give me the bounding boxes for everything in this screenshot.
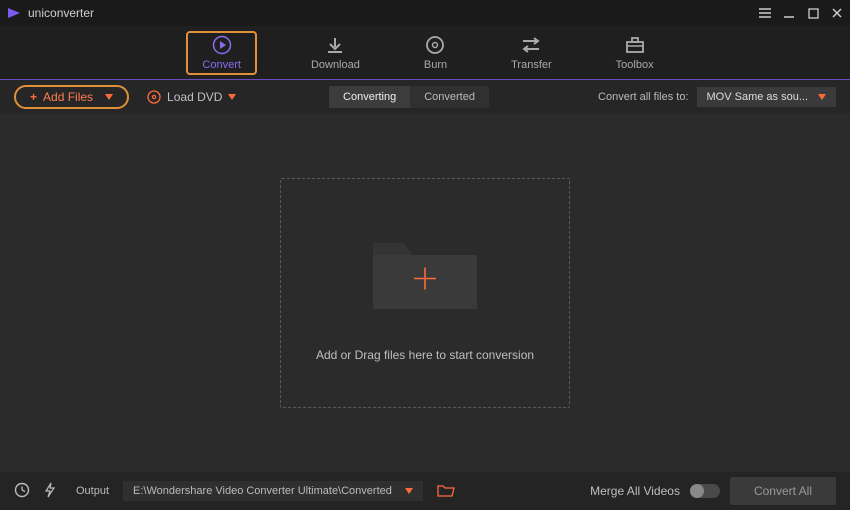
nav-label: Transfer [511,59,552,71]
convert-icon [211,35,233,55]
dropzone-hint: Add or Drag files here to start conversi… [316,348,534,362]
convert-all-label: Convert all files to: [598,91,688,103]
output-path-value: E:\Wondershare Video Converter Ultimate\… [133,485,392,497]
nav-download[interactable]: Download [301,31,370,75]
merge-label: Merge All Videos [590,484,680,498]
tab-converted[interactable]: Converted [410,86,489,108]
nav-label: Download [311,59,360,71]
nav-toolbox[interactable]: Toolbox [606,31,664,75]
disc-icon [147,90,161,104]
dropzone[interactable]: Add or Drag files here to start conversi… [280,178,570,408]
merge-videos-group: Merge All Videos Convert All [590,477,836,505]
main-nav: Convert Download Burn Transfer Toolbox [0,26,850,80]
maximize-icon[interactable] [806,6,820,20]
window-controls [758,6,844,20]
workspace: Add or Drag files here to start conversi… [0,114,850,472]
add-files-label: Add Files [43,90,93,104]
chevron-down-icon [818,94,826,100]
output-path-select[interactable]: E:\Wondershare Video Converter Ultimate\… [123,481,423,501]
open-folder-icon[interactable] [437,483,455,500]
plus-icon: + [30,90,37,104]
output-label: Output [76,485,109,497]
add-files-button[interactable]: + Add Files [14,85,129,109]
app-logo: uniconverter [6,6,94,20]
nav-label: Toolbox [616,59,654,71]
chevron-down-icon [405,488,413,494]
tab-converting[interactable]: Converting [329,86,410,108]
toggle-knob [690,484,704,498]
minimize-icon[interactable] [782,6,796,20]
close-icon[interactable] [830,6,844,20]
load-dvd-button[interactable]: Load DVD [147,90,236,104]
nav-convert[interactable]: Convert [186,31,257,75]
burn-icon [425,35,445,55]
nav-label: Burn [424,59,447,71]
format-value: MOV Same as sou... [707,91,808,103]
menu-icon[interactable] [758,6,772,20]
toolbox-icon [624,35,646,55]
folder-icon [365,225,485,320]
plus-icon [412,265,438,294]
merge-toggle[interactable] [690,484,720,498]
clock-icon[interactable] [14,482,30,501]
load-dvd-label: Load DVD [167,90,222,104]
output-format-group: Convert all files to: MOV Same as sou... [598,87,836,107]
download-icon [325,35,345,55]
titlebar: uniconverter [0,0,850,26]
toolbar: + Add Files Load DVD Converting Converte… [0,80,850,114]
app-logo-icon [6,6,22,20]
nav-burn[interactable]: Burn [414,31,457,75]
nav-label: Convert [202,59,241,71]
app-title: uniconverter [28,6,94,20]
transfer-icon [520,35,542,55]
nav-transfer[interactable]: Transfer [501,31,562,75]
chevron-down-icon [228,94,236,100]
format-select[interactable]: MOV Same as sou... [697,87,836,107]
convert-tabs: Converting Converted [329,86,489,108]
footer: Output E:\Wondershare Video Converter Ul… [0,472,850,510]
bolt-icon[interactable] [44,482,56,501]
chevron-down-icon [105,94,113,100]
convert-all-button[interactable]: Convert All [730,477,836,505]
